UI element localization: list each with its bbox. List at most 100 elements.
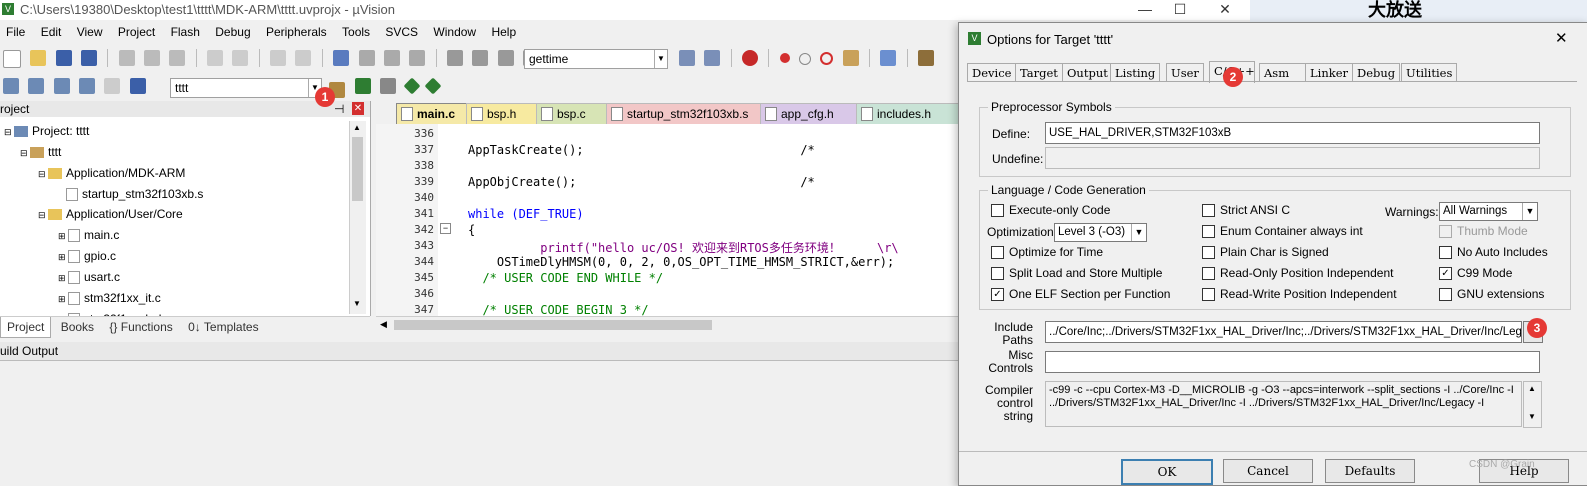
save-icon[interactable] <box>55 50 72 66</box>
menu-help[interactable]: Help <box>485 22 522 42</box>
manage-components-icon[interactable] <box>355 78 371 94</box>
optimization-select[interactable]: Level 3 (-O3) ▼ <box>1054 223 1147 242</box>
copy-icon[interactable] <box>144 50 161 66</box>
window-layout-icon[interactable] <box>880 50 897 66</box>
thumb-mode-checkbox[interactable] <box>1439 225 1452 238</box>
bookmark-icon[interactable] <box>333 50 350 66</box>
tab-listing[interactable]: Listing <box>1110 63 1161 82</box>
editor-tab-bsp-c[interactable]: bsp.c <box>536 103 610 124</box>
find-icon[interactable] <box>679 50 695 66</box>
kill-breakpoints-icon[interactable] <box>820 52 834 65</box>
tree-scrollbar[interactable]: ▲ ▼ <box>349 121 366 314</box>
tab-device[interactable]: Device <box>967 63 1017 82</box>
wrench-icon[interactable] <box>918 50 935 66</box>
chevron-down-icon[interactable]: ▼ <box>1131 224 1146 241</box>
new-file-icon[interactable] <box>3 50 21 68</box>
warnings-select[interactable]: All Warnings ▼ <box>1439 202 1538 221</box>
editor-tab-startup[interactable]: startup_stm32f103xb.s <box>606 103 778 124</box>
ok-button[interactable]: OK <box>1121 459 1213 485</box>
enum-container-checkbox[interactable] <box>1202 225 1215 238</box>
chevron-down-icon[interactable]: ▼ <box>1522 203 1537 220</box>
menu-project[interactable]: Project <box>112 22 161 42</box>
menu-peripherals[interactable]: Peripherals <box>260 22 333 42</box>
paste-icon[interactable] <box>169 50 186 66</box>
pack-installer-icon[interactable] <box>424 77 442 95</box>
target-combo[interactable]: tttt ▼ <box>170 78 322 98</box>
select-packs-icon[interactable] <box>380 78 397 94</box>
scroll-up-icon[interactable]: ▲ <box>1528 384 1536 393</box>
editor-tab-bsp-h[interactable]: bsp.h <box>466 103 540 124</box>
close-panel-icon[interactable]: ✕ <box>352 102 364 115</box>
disable-breakpoint-icon[interactable] <box>799 53 812 65</box>
scroll-left-icon[interactable]: ◀ <box>380 319 387 330</box>
cut-icon[interactable] <box>118 50 135 66</box>
tab-utilities[interactable]: Utilities <box>1401 63 1458 82</box>
gnu-extensions-checkbox[interactable] <box>1439 288 1452 301</box>
tree-item[interactable]: ⊞ gpio.c <box>0 246 203 267</box>
optimize-time-checkbox[interactable] <box>991 246 1004 259</box>
breakpoint-icon[interactable] <box>779 53 790 63</box>
editor-tab-includes[interactable]: includes.h <box>856 103 960 124</box>
open-file-icon[interactable] <box>30 50 47 66</box>
compiler-string-scrollbar[interactable]: ▲ ▼ <box>1523 381 1542 428</box>
tab-linker[interactable]: Linker <box>1305 63 1353 82</box>
next-bookmark-icon[interactable] <box>383 50 400 66</box>
close-button[interactable]: ✕ <box>1210 0 1240 20</box>
incremental-find-icon[interactable] <box>704 50 721 66</box>
tab-templates[interactable]: 0↓ Templates <box>182 317 264 337</box>
cancel-button[interactable]: Cancel <box>1223 459 1313 483</box>
stop-build-icon[interactable] <box>104 78 121 94</box>
strict-ansi-checkbox[interactable] <box>1202 204 1215 217</box>
c99-mode-checkbox[interactable]: ✓ <box>1439 267 1452 280</box>
unindent-icon[interactable] <box>472 50 489 66</box>
menu-svcs[interactable]: SVCS <box>379 22 424 42</box>
undo-icon[interactable] <box>207 50 224 66</box>
one-elf-section-checkbox[interactable]: ✓ <box>991 288 1004 301</box>
dialog-close-icon[interactable]: ✕ <box>1555 29 1568 47</box>
execute-only-checkbox[interactable] <box>991 204 1004 217</box>
menu-debug[interactable]: Debug <box>209 22 256 42</box>
plain-char-checkbox[interactable] <box>1202 246 1215 259</box>
minimize-button[interactable]: — <box>1130 0 1160 20</box>
build-icon[interactable] <box>28 78 45 94</box>
tab-user[interactable]: User <box>1166 63 1204 82</box>
rebuild-icon[interactable] <box>53 78 70 94</box>
run-time-env-icon[interactable] <box>403 77 421 95</box>
tree-item[interactable]: ⊞ usart.c <box>0 267 203 288</box>
pin-icon[interactable]: ⊣ <box>334 101 344 117</box>
define-input[interactable]: USE_HAL_DRIVER,STM32F103xB <box>1045 122 1540 144</box>
menu-file[interactable]: File <box>0 22 31 42</box>
nav-forward-icon[interactable] <box>295 50 312 66</box>
menu-edit[interactable]: Edit <box>35 22 68 42</box>
menu-window[interactable]: Window <box>427 22 482 42</box>
editor-tab-app-cfg[interactable]: app_cfg.h <box>760 103 862 124</box>
misc-controls-input[interactable] <box>1045 351 1540 373</box>
tab-target[interactable]: Target <box>1015 63 1063 82</box>
chevron-down-icon[interactable]: ▼ <box>654 50 667 68</box>
menu-flash[interactable]: Flash <box>165 22 206 42</box>
tab-output[interactable]: Output <box>1062 63 1113 82</box>
tree-item[interactable]: ⊞ main.c <box>0 225 203 246</box>
save-all-icon[interactable] <box>81 50 98 66</box>
tree-item[interactable]: ⊞ stm32f1xx_it.c <box>0 288 203 309</box>
debug-session-icon[interactable] <box>742 50 759 66</box>
tab-asm[interactable]: Asm <box>1259 63 1309 82</box>
tree-item[interactable]: ⊟ tttt <box>0 142 203 163</box>
no-auto-includes-checkbox[interactable] <box>1439 246 1452 259</box>
tab-books[interactable]: Books <box>55 317 100 337</box>
indent-icon[interactable] <box>446 50 463 66</box>
find-combo[interactable]: gettime ▼ <box>524 49 668 69</box>
load-icon[interactable] <box>129 78 146 94</box>
clear-bookmarks-icon[interactable] <box>409 50 426 66</box>
tree-item[interactable]: ⊟ Project: tttt <box>0 121 203 142</box>
editor-hscrollbar[interactable]: ◀ <box>376 316 960 333</box>
menu-tools[interactable]: Tools <box>336 22 376 42</box>
translate-icon[interactable] <box>3 78 19 94</box>
tree-item[interactable]: ⊟ Application/MDK-ARM <box>0 163 203 184</box>
tab-project[interactable]: Project <box>0 317 52 338</box>
comment-icon[interactable] <box>497 50 514 66</box>
tree-item[interactable]: ⊟ Application/User/Core <box>0 204 203 225</box>
fold-toggle-icon[interactable]: − <box>440 223 451 234</box>
maximize-button[interactable]: ☐ <box>1165 0 1195 20</box>
scroll-up-icon[interactable]: ▲ <box>353 123 361 132</box>
